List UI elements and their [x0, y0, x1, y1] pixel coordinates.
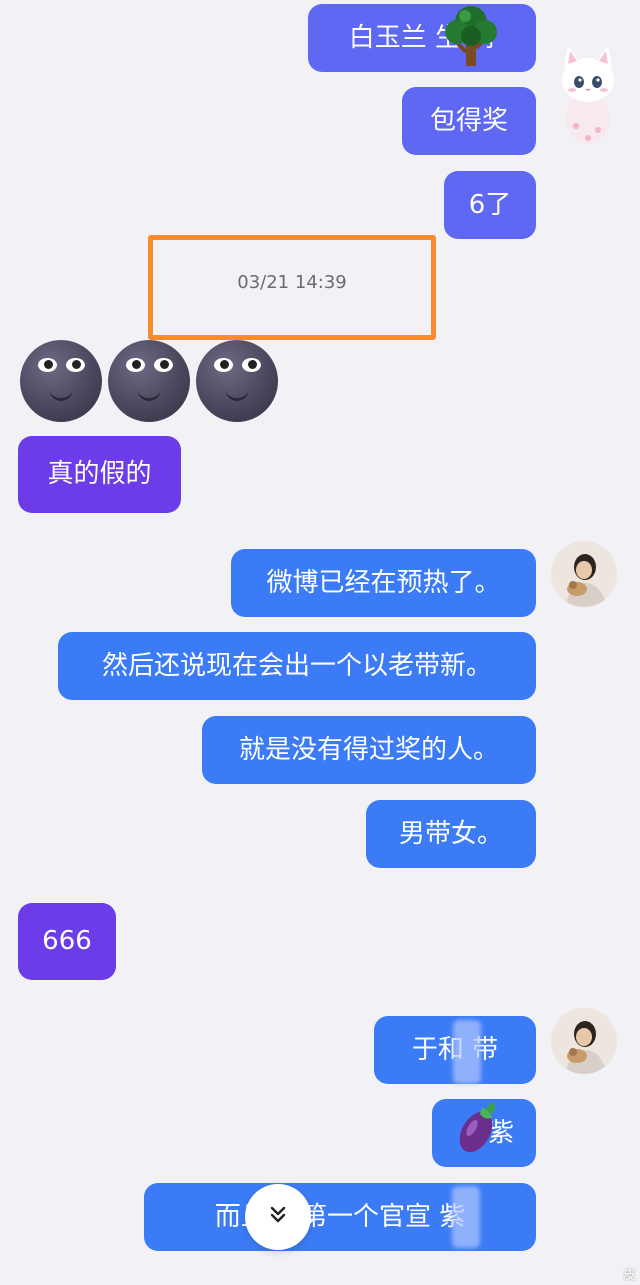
message-text: 6了 — [468, 190, 512, 220]
message-bubble-outgoing[interactable]: 微博已经在预热了。 — [231, 549, 536, 617]
message-bubble-incoming[interactable]: 666 — [18, 903, 116, 980]
eggplant-icon — [452, 1096, 502, 1158]
new-moon-face-emoji — [20, 340, 102, 422]
message-bubble-outgoing[interactable]: 男带女。 — [366, 800, 536, 868]
avatar-cat[interactable] — [552, 38, 624, 148]
avatar-photo[interactable] — [551, 541, 617, 607]
message-bubble-outgoing[interactable]: 就是没有得过奖的人。 — [202, 716, 536, 784]
double-chevron-down-icon — [267, 1204, 289, 1230]
message-text: 微博已经在预热了。 — [266, 568, 501, 598]
message-bubble-incoming[interactable]: 真的假的 — [18, 436, 181, 513]
watermark-text: 皮 — [622, 1268, 636, 1283]
timestamp-highlight-box: 03/21 14:39 — [148, 235, 436, 340]
redaction-scribble — [453, 1020, 481, 1084]
message-text: 真的假的 — [47, 459, 152, 489]
avatar-photo[interactable] — [551, 1008, 617, 1074]
scroll-to-bottom-button[interactable] — [245, 1184, 311, 1250]
message-text: 然后还说现在会出一个以老带新。 — [101, 651, 492, 681]
tree-icon — [440, 2, 502, 68]
message-bubble-outgoing[interactable]: 然后还说现在会出一个以老带新。 — [58, 632, 536, 700]
new-moon-face-emoji — [108, 340, 190, 422]
message-text: 666 — [42, 926, 92, 956]
message-bubble-outgoing[interactable]: 包得奖 — [402, 87, 536, 155]
timestamp: 03/21 14:39 — [237, 272, 347, 293]
message-text: 就是没有得过奖的人。 — [238, 735, 499, 765]
new-moon-face-emoji — [196, 340, 278, 422]
message-text: 男带女。 — [398, 819, 503, 849]
message-text: 包得奖 — [429, 106, 508, 136]
message-bubble-outgoing[interactable]: 6了 — [444, 171, 536, 239]
redaction-scribble — [452, 1186, 480, 1248]
